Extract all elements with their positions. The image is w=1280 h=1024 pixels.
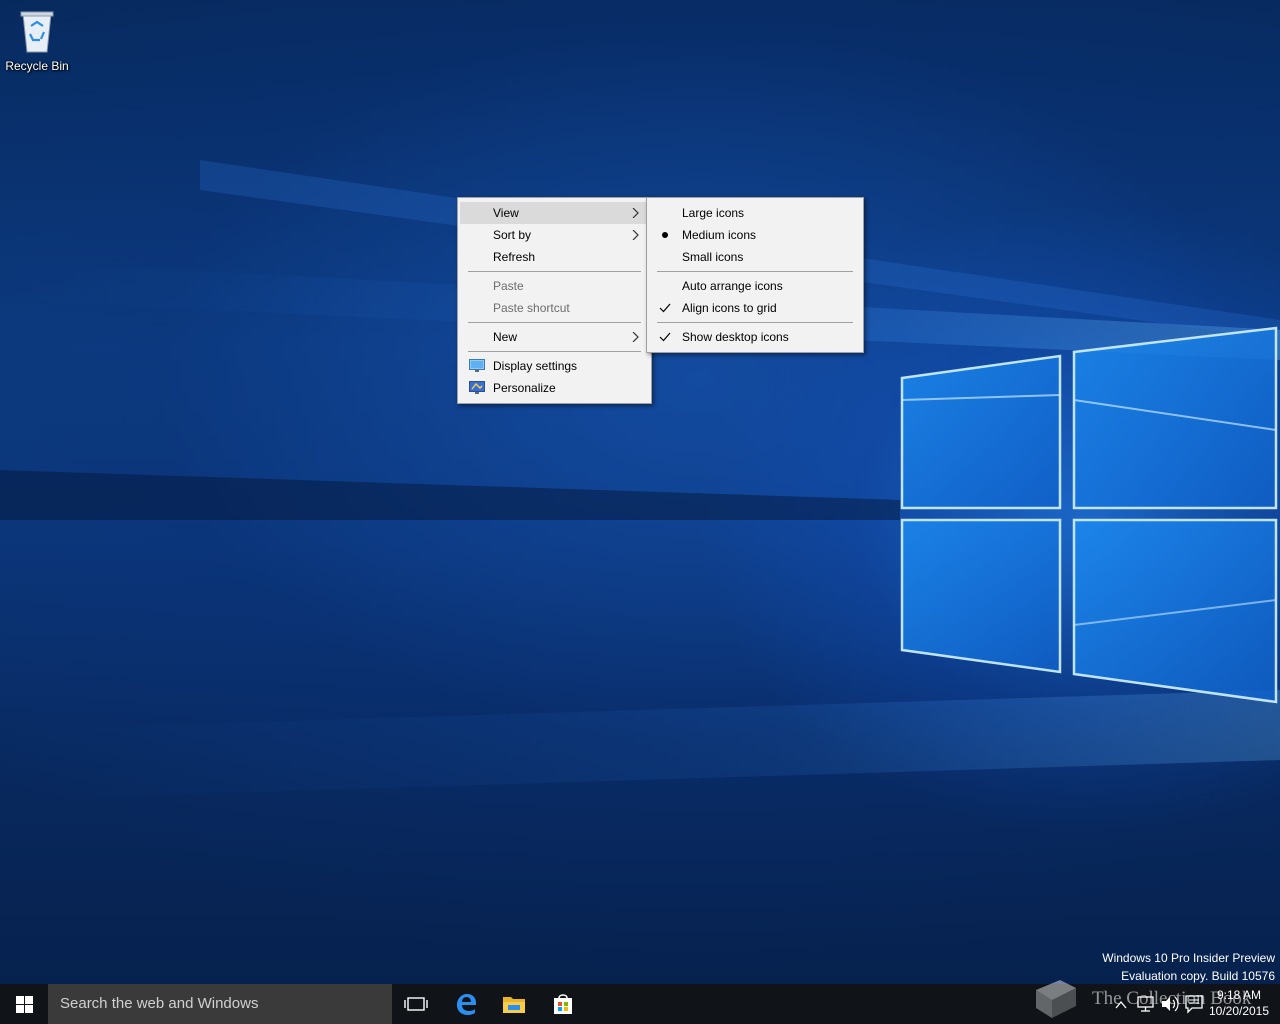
submenu-item-large-icons[interactable]: Large icons	[649, 202, 861, 224]
personalize-icon	[469, 381, 485, 394]
menu-item-label: Display settings	[493, 359, 578, 373]
submenu-item-medium-icons[interactable]: Medium icons	[649, 224, 861, 246]
menu-separator	[468, 351, 641, 352]
submenu-item-show-desktop-icons[interactable]: Show desktop icons	[649, 326, 861, 348]
menu-item-label: New	[493, 330, 518, 344]
search-placeholder: Search the web and Windows	[60, 995, 259, 1012]
chevron-right-icon	[632, 208, 639, 218]
desktop-context-menu: View Sort by Refresh Paste Paste shortcu…	[457, 197, 652, 404]
menu-item-label: Paste shortcut	[493, 301, 570, 315]
menu-item-sort-by[interactable]: Sort by	[460, 224, 649, 246]
menu-item-label: Personalize	[493, 381, 556, 395]
menu-separator	[468, 322, 641, 323]
menu-item-personalize[interactable]: Personalize	[460, 377, 649, 399]
chevron-right-icon	[632, 332, 639, 342]
menu-item-label: Show desktop icons	[682, 330, 789, 344]
store-icon	[554, 994, 572, 1014]
search-box[interactable]: Search the web and Windows	[48, 984, 392, 1024]
file-explorer-taskbar-button[interactable]	[490, 984, 538, 1024]
menu-separator	[657, 271, 853, 272]
submenu-item-small-icons[interactable]: Small icons	[649, 246, 861, 268]
windows-logo-light-art	[0, 160, 1280, 800]
watermark-line-1: Windows 10 Pro Insider Preview	[1102, 951, 1275, 965]
submenu-item-auto-arrange[interactable]: Auto arrange icons	[649, 275, 861, 297]
checkmark-icon	[659, 332, 671, 342]
edge-icon	[457, 994, 476, 1015]
menu-item-label: Small icons	[682, 250, 744, 264]
windows-logo-icon	[16, 996, 33, 1013]
book-icon	[1036, 980, 1076, 1018]
menu-item-label: Align icons to grid	[682, 301, 777, 315]
desktop-wallpaper[interactable]	[0, 0, 1280, 984]
display-settings-icon	[469, 359, 485, 372]
menu-item-label: Refresh	[493, 250, 536, 264]
view-submenu: Large icons Medium icons Small icons Aut…	[646, 197, 864, 353]
menu-item-paste[interactable]: Paste	[460, 275, 649, 297]
task-view-icon	[404, 997, 428, 1011]
menu-separator	[657, 322, 853, 323]
menu-item-label: View	[493, 206, 519, 220]
store-taskbar-button[interactable]	[539, 984, 587, 1024]
menu-item-new[interactable]: New	[460, 326, 649, 348]
submenu-item-align-to-grid[interactable]: Align icons to grid	[649, 297, 861, 319]
recycle-bin-icon	[20, 11, 54, 53]
radio-bullet-icon	[662, 232, 668, 238]
menu-item-display-settings[interactable]: Display settings	[460, 355, 649, 377]
desktop-icon-label: Recycle Bin	[5, 59, 69, 73]
brand-watermark: The Collection Book	[1030, 974, 1270, 1024]
menu-item-label: Large icons	[682, 206, 745, 220]
edge-taskbar-button[interactable]	[442, 984, 490, 1024]
menu-item-label: Paste	[493, 279, 524, 293]
start-button[interactable]	[0, 984, 48, 1024]
file-explorer-icon	[503, 997, 525, 1013]
task-view-button[interactable]	[392, 984, 440, 1024]
menu-item-label: Auto arrange icons	[682, 279, 783, 293]
menu-item-label: Sort by	[493, 228, 532, 242]
brand-watermark-text: The Collection Book	[1092, 988, 1252, 1009]
chevron-right-icon	[632, 230, 639, 240]
menu-separator	[468, 271, 641, 272]
menu-item-paste-shortcut[interactable]: Paste shortcut	[460, 297, 649, 319]
checkmark-icon	[659, 303, 671, 313]
menu-item-view[interactable]: View	[460, 202, 649, 224]
menu-item-label: Medium icons	[682, 228, 757, 242]
desktop-icon-recycle-bin[interactable]: Recycle Bin	[2, 4, 72, 76]
menu-item-refresh[interactable]: Refresh	[460, 246, 649, 268]
